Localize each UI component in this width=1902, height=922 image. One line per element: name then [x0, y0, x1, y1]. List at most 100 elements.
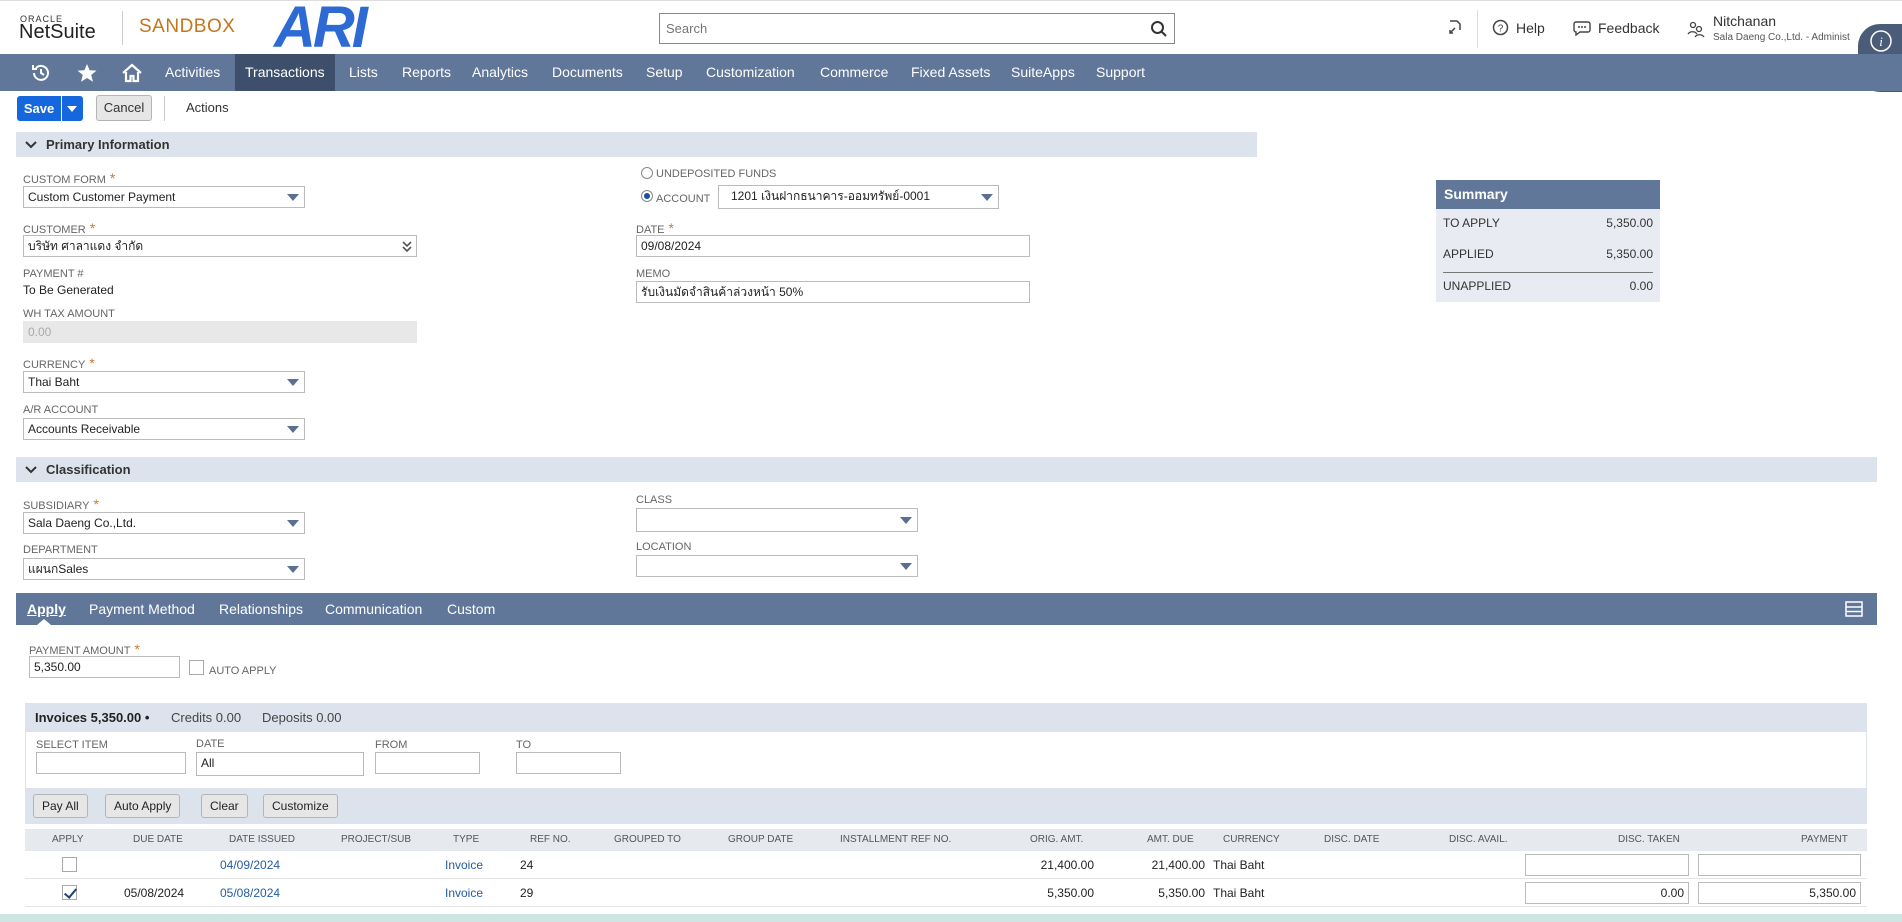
nav-reports[interactable]: Reports — [402, 54, 451, 91]
help-link[interactable]: ? Help — [1492, 19, 1545, 36]
search-icon[interactable] — [1150, 20, 1168, 38]
col-amt-due[interactable]: AMT. DUE — [1147, 834, 1194, 845]
date-field[interactable]: 09/08/2024 — [636, 235, 1030, 257]
cell-type-link[interactable]: Invoice — [445, 886, 483, 900]
account-select[interactable]: 1201 เงินฝากธนาคาร-ออมทรัพย์-0001 — [718, 185, 999, 209]
subsidiary-select[interactable]: Sala Daeng Co.,Ltd. — [23, 512, 305, 534]
col-orig-amt[interactable]: ORIG. AMT. — [1030, 834, 1083, 845]
col-currency[interactable]: CURRENCY — [1223, 834, 1280, 845]
custom-form-label: CUSTOM FORM * — [23, 170, 116, 186]
home-icon[interactable] — [121, 62, 143, 84]
col-installment-ref[interactable]: INSTALLMENT REF NO. — [840, 834, 951, 845]
classification-header[interactable]: Classification — [16, 457, 1877, 482]
nav-lists[interactable]: Lists — [349, 54, 378, 91]
col-grouped-to[interactable]: GROUPED TO — [614, 834, 681, 845]
auto-apply-label: AUTO APPLY — [209, 665, 277, 677]
col-ref-no[interactable]: REF NO. — [530, 834, 571, 845]
nav-customization[interactable]: Customization — [706, 54, 795, 91]
roles-icon[interactable] — [1687, 20, 1705, 38]
cancel-button[interactable]: Cancel — [96, 95, 152, 121]
col-date-issued[interactable]: DATE ISSUED — [229, 834, 295, 845]
section-title: Primary Information — [46, 137, 170, 152]
star-icon[interactable] — [76, 62, 98, 84]
col-apply[interactable]: APPLY — [52, 834, 84, 845]
row-apply-checkbox[interactable] — [62, 885, 77, 900]
row-apply-checkbox[interactable] — [62, 857, 77, 872]
col-group-date[interactable]: GROUP DATE — [728, 834, 793, 845]
feedback-link[interactable]: Feedback — [1573, 19, 1659, 36]
nav-documents[interactable]: Documents — [552, 54, 623, 91]
nav-setup[interactable]: Setup — [646, 54, 683, 91]
save-button[interactable]: Save — [17, 96, 61, 121]
table-row[interactable]: 04/09/2024 Invoice 24 21,400.00 21,400.0… — [25, 851, 1867, 879]
tab-relationships[interactable]: Relationships — [219, 593, 303, 625]
chevron-down-icon — [25, 466, 37, 474]
payment-input[interactable]: 5,350.00 — [1698, 882, 1861, 904]
col-due-date[interactable]: DUE DATE — [133, 834, 183, 845]
clear-button[interactable]: Clear — [201, 794, 248, 818]
wh-tax-field: 0.00 — [23, 321, 417, 343]
department-select[interactable]: แผนกSales — [23, 558, 305, 580]
undeposited-funds-radio[interactable] — [641, 167, 653, 179]
top-header: ORACLE NetSuite SANDBOX ARI ? Help Feedb… — [0, 0, 1902, 57]
subtab-invoices[interactable]: Invoices 5,350.00 • — [35, 710, 149, 725]
tab-custom[interactable]: Custom — [447, 593, 495, 625]
col-payment[interactable]: PAYMENT — [1801, 834, 1848, 845]
cell-date-issued-link[interactable]: 04/09/2024 — [220, 858, 280, 872]
to-date-field[interactable] — [516, 752, 621, 774]
subtab-credits[interactable]: Credits 0.00 — [171, 710, 241, 725]
primary-info-header[interactable]: Primary Information — [16, 132, 1257, 157]
col-disc-date[interactable]: DISC. DATE — [1324, 834, 1379, 845]
user-name[interactable]: Nitchanan — [1713, 13, 1776, 29]
cell-date-issued-link[interactable]: 05/08/2024 — [220, 886, 280, 900]
customize-button[interactable]: Customize — [263, 794, 338, 818]
nav-commerce[interactable]: Commerce — [820, 54, 888, 91]
info-icon[interactable]: i — [1870, 30, 1892, 52]
view-toggle-icon[interactable] — [1845, 601, 1863, 617]
wh-tax-label: WH TAX AMOUNT — [23, 308, 115, 320]
customer-select[interactable]: บริษัท ศาลาแดง จำกัด — [23, 235, 417, 257]
user-role[interactable]: Sala Daeng Co.,Ltd. - Administ — [1713, 32, 1850, 43]
nav-analytics[interactable]: Analytics — [472, 54, 528, 91]
recent-records-icon[interactable] — [1446, 19, 1464, 37]
recent-icon[interactable] — [30, 62, 52, 84]
nav-fixed-assets[interactable]: Fixed Assets — [911, 54, 990, 91]
nav-transactions[interactable]: Transactions — [235, 54, 335, 91]
subtab-deposits[interactable]: Deposits 0.00 — [262, 710, 342, 725]
nav-suiteapps[interactable]: SuiteApps — [1011, 54, 1075, 91]
search-input[interactable] — [660, 14, 1130, 43]
currency-select[interactable]: Thai Baht — [23, 371, 305, 393]
select-item-field[interactable] — [36, 752, 186, 774]
disc-taken-input[interactable] — [1525, 854, 1689, 876]
table-row[interactable]: 05/08/2024 05/08/2024 Invoice 29 5,350.0… — [25, 879, 1867, 907]
save-options-button[interactable] — [62, 96, 83, 121]
memo-field[interactable]: รับเงินมัดจำสินค้าล่วงหน้า 50% — [636, 281, 1030, 303]
to-label: TO — [516, 739, 532, 751]
col-disc-taken[interactable]: DISC. TAKEN — [1618, 834, 1680, 845]
auto-apply-button[interactable]: Auto Apply — [105, 794, 181, 818]
auto-apply-checkbox[interactable] — [189, 660, 204, 675]
from-date-field[interactable] — [375, 752, 480, 774]
netsuite-logo[interactable]: NetSuite — [19, 21, 96, 44]
nav-activities[interactable]: Activities — [165, 54, 220, 91]
tab-communication[interactable]: Communication — [325, 593, 422, 625]
col-project-sub[interactable]: PROJECT/SUB — [341, 834, 411, 845]
actions-menu[interactable]: Actions — [186, 100, 229, 115]
custom-form-select[interactable]: Custom Customer Payment — [23, 186, 305, 208]
tab-payment-method[interactable]: Payment Method — [89, 593, 195, 625]
pay-all-button[interactable]: Pay All — [33, 794, 88, 818]
col-disc-avail[interactable]: DISC. AVAIL. — [1449, 834, 1508, 845]
location-select[interactable] — [636, 555, 918, 577]
disc-taken-input[interactable]: 0.00 — [1525, 882, 1689, 904]
col-type[interactable]: TYPE — [453, 834, 479, 845]
ar-account-select[interactable]: Accounts Receivable — [23, 418, 305, 440]
payment-input[interactable] — [1698, 854, 1861, 876]
global-search[interactable] — [659, 13, 1175, 44]
nav-support[interactable]: Support — [1096, 54, 1145, 91]
payment-amount-field[interactable]: 5,350.00 — [29, 656, 180, 678]
date-filter-select[interactable]: All — [196, 752, 364, 776]
cell-amt-due: 21,400.00 — [1151, 858, 1205, 872]
cell-type-link[interactable]: Invoice — [445, 858, 483, 872]
account-radio[interactable] — [641, 190, 653, 202]
class-select[interactable] — [636, 508, 918, 532]
